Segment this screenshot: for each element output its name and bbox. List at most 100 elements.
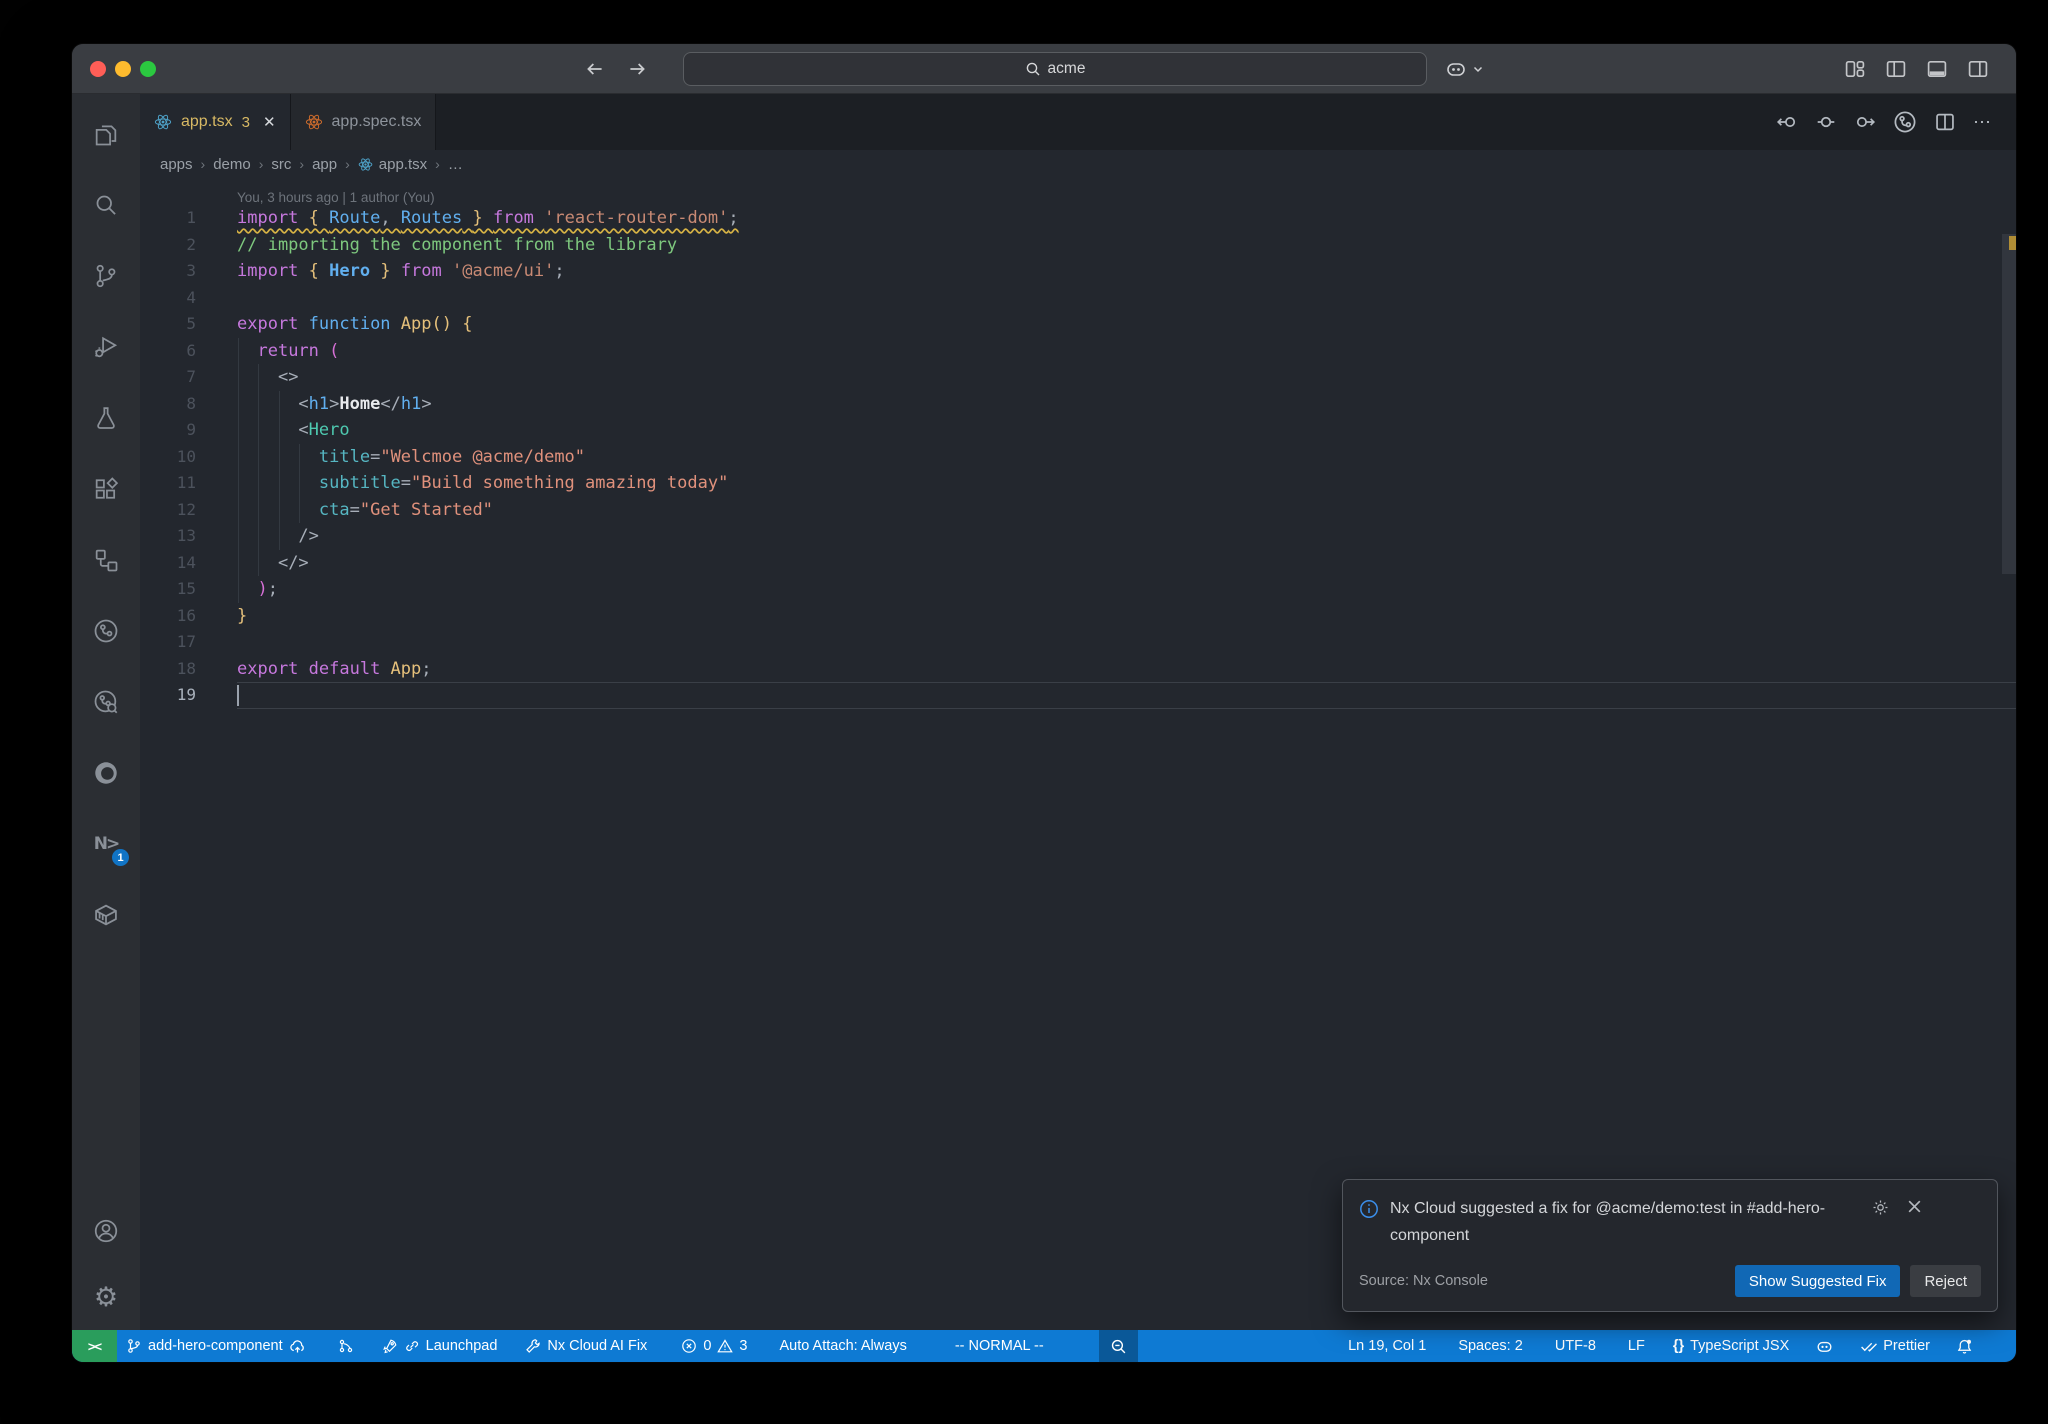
close-window-button[interactable] <box>90 61 106 77</box>
code-line[interactable]: 2 // importing the component from the lib… <box>140 232 2016 259</box>
breadcrumb-item[interactable]: apps <box>160 156 193 173</box>
split-editor-icon[interactable] <box>1934 111 1956 133</box>
breadcrumb-item[interactable]: app <box>312 156 337 173</box>
nx-cloud-fix-status-item[interactable]: Nx Cloud AI Fix <box>516 1330 656 1362</box>
forward-arrow-icon[interactable] <box>626 58 648 80</box>
vim-mode-status-item[interactable]: -- NORMAL -- <box>946 1330 1053 1362</box>
problems-status-item[interactable]: 0 3 <box>672 1330 756 1362</box>
code-line[interactable]: 1 import { Route, Routes } from 'react-ro… <box>140 205 2016 232</box>
code-line[interactable]: 11 subtitle="Build something amazing tod… <box>140 470 2016 497</box>
code-line[interactable]: 14 </> <box>140 550 2016 577</box>
command-center-search[interactable]: acme <box>683 52 1427 86</box>
toggle-panel-icon[interactable] <box>1925 57 1949 81</box>
gitlens-blame-annotation[interactable]: You, 3 hours ago | 1 author (You) <box>140 178 2016 205</box>
code-line[interactable]: 16} <box>140 603 2016 630</box>
encoding-status-item[interactable]: UTF-8 <box>1546 1330 1605 1362</box>
toggle-sidebar-icon[interactable] <box>1884 57 1908 81</box>
code-token: { <box>462 314 473 334</box>
auto-attach-status-item[interactable]: Auto Attach: Always <box>770 1330 915 1362</box>
code-line[interactable]: 7 <> <box>140 364 2016 391</box>
code-text: <Hero <box>237 417 2016 444</box>
language-mode-status-item[interactable]: {} TypeScript JSX <box>1664 1330 1798 1362</box>
notifications-bell-status-item[interactable] <box>1947 1330 1982 1362</box>
sidebar-item-containers[interactable] <box>72 879 140 950</box>
previous-commit-icon[interactable] <box>1776 111 1798 133</box>
sidebar-item-nx-console[interactable]: N> 1 <box>72 808 140 879</box>
zoom-status-item[interactable] <box>1098 1330 1138 1362</box>
sidebar-item-run-debug[interactable] <box>72 311 140 382</box>
branch-status-item[interactable]: add-hero-component <box>117 1330 315 1362</box>
sidebar-item-gitlens-search[interactable] <box>72 666 140 737</box>
show-suggested-fix-button[interactable]: Show Suggested Fix <box>1734 1265 1901 1297</box>
settings-button[interactable]: ⚙ <box>72 1264 140 1330</box>
code-token: "Get Started" <box>359 499 493 520</box>
code-line[interactable]: 19 <box>140 682 2016 709</box>
chevron-down-icon[interactable] <box>1472 63 1484 75</box>
line-number: 18 <box>176 658 196 678</box>
code-token: </> <box>277 552 309 573</box>
code-line[interactable]: 15 ); <box>140 576 2016 603</box>
code-line[interactable]: 10 title="Welcmoe @acme/demo" <box>140 444 2016 471</box>
indentation-status-item[interactable]: Spaces: 2 <box>1449 1330 1532 1362</box>
toggle-secondary-sidebar-icon[interactable] <box>1966 57 1990 81</box>
reject-button[interactable]: Reject <box>1910 1265 1981 1297</box>
cursor-position-status-item[interactable]: Ln 19, Col 1 <box>1339 1330 1435 1362</box>
code-token: h1 <box>400 393 422 414</box>
zoom-window-button[interactable] <box>140 61 156 77</box>
code-line[interactable]: 17 <box>140 629 2016 656</box>
close-icon[interactable] <box>1906 1198 1923 1217</box>
breadcrumb-item[interactable]: … <box>448 156 463 173</box>
code-token: // importing the component from the libr… <box>237 234 678 255</box>
line-number: 8 <box>186 393 196 413</box>
gear-icon[interactable] <box>1871 1198 1890 1217</box>
commit-icon[interactable] <box>1815 111 1837 133</box>
tab-app-tsx[interactable]: app.tsx 3 ✕ <box>140 94 291 150</box>
formatter-status-item[interactable]: Prettier <box>1851 1330 1939 1362</box>
minimize-window-button[interactable] <box>115 61 131 77</box>
breadcrumb-item[interactable]: src <box>271 156 291 173</box>
code-token: from <box>400 261 453 281</box>
commit-graph-icon[interactable] <box>1893 110 1917 134</box>
back-arrow-icon[interactable] <box>584 58 606 80</box>
code-line[interactable]: 12 cta="Get Started" <box>140 497 2016 524</box>
code-token: { <box>308 208 330 228</box>
sidebar-item-edge-browser[interactable] <box>72 737 140 808</box>
account-button[interactable] <box>72 1198 140 1264</box>
code-line[interactable]: 18 export default App; <box>140 656 2016 683</box>
sidebar-item-extensions[interactable] <box>72 453 140 524</box>
sidebar-item-search[interactable] <box>72 169 140 240</box>
code-editor[interactable]: You, 3 hours ago | 1 author (You) 1 impor… <box>140 178 2016 1330</box>
next-commit-icon[interactable] <box>1854 111 1876 133</box>
code-line[interactable]: 13 /> <box>140 523 2016 550</box>
sidebar-item-explorer[interactable] <box>72 98 140 169</box>
code-token: = <box>400 473 412 493</box>
code-line[interactable]: 8 <h1>Home</h1> <box>140 391 2016 418</box>
more-actions-icon[interactable]: ⋯ <box>1973 112 1992 133</box>
customize-layout-icon[interactable] <box>1843 57 1867 81</box>
copilot-status-item[interactable] <box>1806 1330 1843 1362</box>
braces-icon: {} <box>1672 1338 1685 1354</box>
code-text: export function App() { <box>237 311 2016 338</box>
breadcrumb-item[interactable]: demo <box>213 156 251 173</box>
sidebar-item-commit-graph[interactable] <box>72 595 140 666</box>
copilot-icon[interactable] <box>1444 57 1468 81</box>
sidebar-item-source-control[interactable] <box>72 240 140 311</box>
tab-app-spec-tsx[interactable]: app.spec.tsx <box>290 94 437 150</box>
breadcrumb-item-file[interactable]: app.tsx <box>358 156 427 173</box>
code-line[interactable]: 3 import { Hero } from '@acme/ui'; <box>140 258 2016 285</box>
sidebar-item-type-hierarchy[interactable] <box>72 524 140 595</box>
sidebar-item-testing[interactable] <box>72 382 140 453</box>
eol-status-item[interactable]: LF <box>1619 1330 1654 1362</box>
remote-indicator[interactable]: >< <box>72 1330 117 1362</box>
code-line[interactable]: 9 <Hero <box>140 417 2016 444</box>
code-token: , <box>380 208 401 228</box>
scrollbar-thumb[interactable] <box>2002 234 2016 574</box>
code-line[interactable]: 6 return ( <box>140 338 2016 365</box>
code-line[interactable]: 4 <box>140 285 2016 312</box>
launchpad-status-item[interactable]: Launchpad <box>373 1330 507 1362</box>
close-icon[interactable]: ✕ <box>263 113 276 131</box>
commit-graph-status-item[interactable] <box>329 1330 363 1362</box>
code-line[interactable]: 5 export function App() { <box>140 311 2016 338</box>
line-number: 15 <box>176 579 196 598</box>
code-token: ; <box>554 261 565 281</box>
